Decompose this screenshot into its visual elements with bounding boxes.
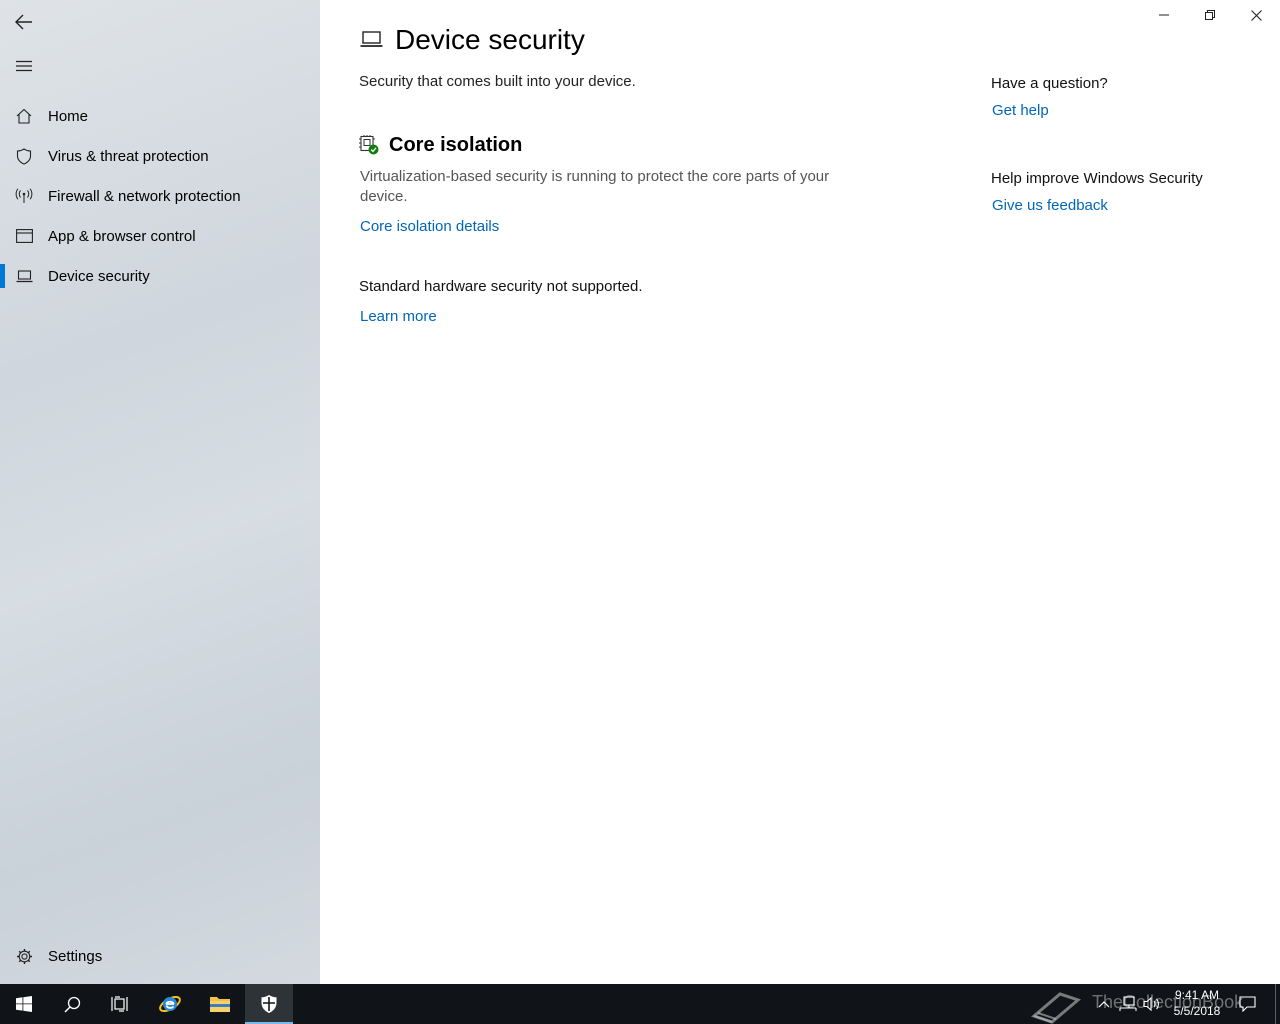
network-icon xyxy=(1119,996,1137,1011)
sidebar-item-home[interactable]: Home xyxy=(0,96,320,136)
page-title: Device security xyxy=(395,24,585,55)
restore-button[interactable] xyxy=(1187,0,1233,30)
app-window-icon xyxy=(0,216,48,256)
sidebar-item-label: Device security xyxy=(48,267,150,285)
sidebar-item-firewall[interactable]: Firewall & network protection xyxy=(0,176,320,216)
sidebar-item-device-security[interactable]: Device security xyxy=(0,256,320,296)
internet-explorer-icon xyxy=(159,996,181,1012)
show-hidden-icons-button[interactable] xyxy=(1094,994,1114,1014)
shield-icon xyxy=(261,995,277,1013)
back-arrow-icon xyxy=(15,14,32,30)
volume-tray-button[interactable] xyxy=(1142,994,1162,1014)
sidebar-item-label: Settings xyxy=(48,947,103,965)
learn-more-link[interactable]: Learn more xyxy=(360,308,437,325)
file-explorer-button[interactable] xyxy=(196,984,244,1024)
sidebar-item-label: Firewall & network protection xyxy=(48,187,241,205)
minimize-button[interactable] xyxy=(1141,0,1187,30)
taskbar: TheCollectionBook 9:41 AM 5/5/2018 xyxy=(0,984,1280,1024)
start-button[interactable] xyxy=(0,984,48,1024)
core-isolation-details-link[interactable]: Core isolation details xyxy=(360,218,499,235)
search-button[interactable] xyxy=(48,984,96,1024)
hardware-security-status: Standard hardware security not supported… xyxy=(359,278,643,295)
page-subtitle: Security that comes built into your devi… xyxy=(359,73,636,90)
restore-icon xyxy=(1205,10,1215,20)
notification-icon xyxy=(1238,996,1256,1012)
edge-browser-button[interactable] xyxy=(146,984,194,1024)
windows-logo-icon xyxy=(16,996,32,1012)
core-isolation-description: Virtualization-based security is running… xyxy=(360,168,830,205)
sidebar-item-app-browser[interactable]: App & browser control xyxy=(0,216,320,256)
chevron-up-icon xyxy=(1098,1001,1110,1008)
windows-security-taskbar-button[interactable] xyxy=(245,984,293,1024)
menu-button[interactable] xyxy=(0,46,48,86)
sidebar-item-label: App & browser control xyxy=(48,227,196,245)
laptop-icon xyxy=(360,31,383,53)
improve-heading: Help improve Windows Security xyxy=(991,170,1203,187)
clock-time: 9:41 AM xyxy=(1174,988,1220,1002)
core-isolation-title: Core isolation xyxy=(389,134,523,156)
wifi-antenna-icon xyxy=(0,176,48,216)
home-icon xyxy=(0,96,48,136)
sidebar-item-label: Virus & threat protection xyxy=(48,147,209,165)
close-icon xyxy=(1250,9,1262,21)
action-center-button[interactable] xyxy=(1237,994,1257,1014)
get-help-link[interactable]: Get help xyxy=(992,102,1049,119)
sidebar-item-settings[interactable]: Settings xyxy=(0,936,320,976)
show-desktop-divider[interactable] xyxy=(1275,984,1276,1024)
sidebar: Home Virus & threat protection Firewall … xyxy=(0,0,320,984)
search-icon xyxy=(63,996,80,1013)
main-content: Device security Security that comes buil… xyxy=(320,0,1280,984)
core-isolation-icon xyxy=(359,135,379,160)
clock-date: 5/5/2018 xyxy=(1173,1004,1221,1018)
hamburger-icon xyxy=(16,60,32,72)
task-view-button[interactable] xyxy=(96,984,144,1024)
minimize-icon xyxy=(1159,14,1169,16)
taskbar-clock[interactable]: 9:41 AM 5/5/2018 xyxy=(1168,987,1226,1019)
back-button[interactable] xyxy=(0,2,48,42)
book-logo-icon xyxy=(1030,992,1082,1024)
gear-icon xyxy=(0,936,48,976)
task-view-icon xyxy=(111,996,128,1012)
help-question-heading: Have a question? xyxy=(991,75,1108,92)
close-button[interactable] xyxy=(1233,0,1279,30)
network-tray-button[interactable] xyxy=(1118,994,1138,1014)
folder-icon xyxy=(210,997,230,1012)
shield-icon xyxy=(0,136,48,176)
laptop-icon xyxy=(0,256,48,296)
give-feedback-link[interactable]: Give us feedback xyxy=(992,197,1108,214)
selection-indicator xyxy=(0,264,5,288)
sidebar-item-virus[interactable]: Virus & threat protection xyxy=(0,136,320,176)
speaker-icon xyxy=(1143,996,1159,1012)
sidebar-item-label: Home xyxy=(48,107,89,125)
